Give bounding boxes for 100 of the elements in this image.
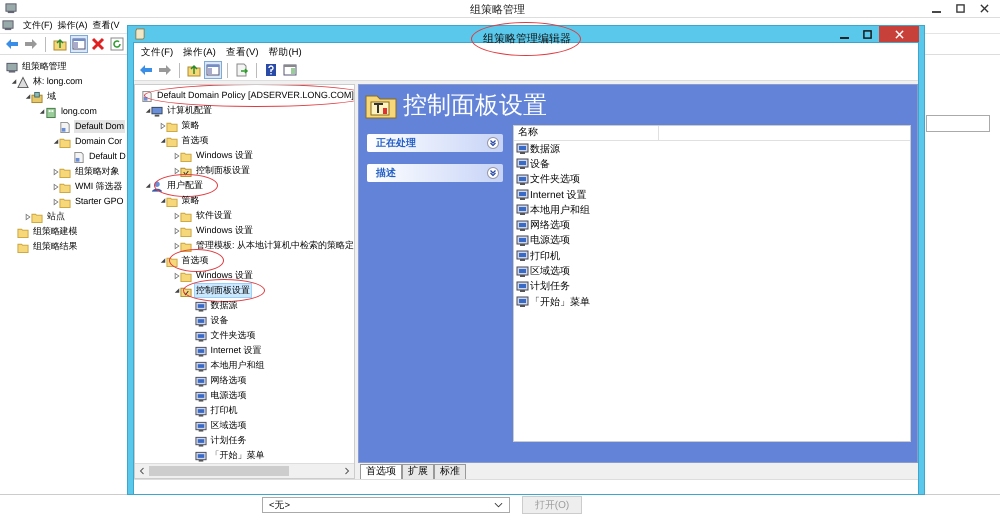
dropdown-field[interactable]: <无> <box>262 497 510 513</box>
tree-item[interactable]: 组策略结果 <box>32 240 79 253</box>
expand-arrow-icon[interactable] <box>174 212 180 220</box>
collapse-arrow-icon[interactable] <box>145 182 151 190</box>
list-item[interactable]: 电源选项 <box>530 233 570 248</box>
help-icon[interactable] <box>263 62 279 78</box>
tab[interactable]: 标准 <box>434 464 466 479</box>
expand-arrow-icon[interactable] <box>53 168 59 176</box>
expand-arrow-icon[interactable] <box>160 122 166 130</box>
menu-item[interactable]: 帮助(H) <box>268 46 302 59</box>
tree-item[interactable]: 打印机 <box>210 404 238 417</box>
tree-item[interactable]: Starter GPO <box>74 195 124 208</box>
tree-item[interactable]: Domain Cor <box>74 135 124 148</box>
tree-item[interactable]: 域 <box>46 90 57 103</box>
tree-item[interactable]: 管理模板: 从本地计算机中检索的策略定 <box>195 239 354 252</box>
collapse-arrow-icon[interactable] <box>145 106 151 114</box>
collapse-arrow-icon[interactable] <box>160 256 166 264</box>
list-item[interactable]: 打印机 <box>530 248 560 263</box>
menu-item[interactable]: 文件(F) <box>23 19 52 32</box>
expand-arrow-icon[interactable] <box>174 226 180 234</box>
list-item[interactable]: 「开始」菜单 <box>530 294 590 309</box>
list-item[interactable]: 网络选项 <box>530 218 570 232</box>
expand-chevron-icon[interactable] <box>487 137 499 149</box>
list-item[interactable]: 本地用户和组 <box>530 202 590 217</box>
tree-item[interactable]: 文件夹选项 <box>210 329 256 342</box>
menu-item[interactable]: 文件(F) <box>141 46 174 59</box>
expand-arrow-icon[interactable] <box>174 166 180 174</box>
tree-item[interactable]: 林: long.com <box>32 75 84 88</box>
scroll-right-icon[interactable] <box>343 467 351 475</box>
tree-item[interactable]: Default Domain Policy [ADSERVER.LONG.COM] <box>156 89 354 102</box>
tree-item[interactable]: 策略 <box>180 119 200 132</box>
menu-item[interactable]: 操作(A) <box>58 19 88 32</box>
tree-item[interactable]: Windows 设置 <box>195 269 254 282</box>
dropdown-field[interactable] <box>926 115 990 132</box>
tree-item[interactable]: Windows 设置 <box>195 224 254 237</box>
forward-arrow-icon[interactable] <box>157 62 173 78</box>
folder-up-icon[interactable] <box>52 36 68 52</box>
show-pane-icon[interactable] <box>71 36 87 52</box>
list-item[interactable]: 设备 <box>530 156 550 171</box>
expand-arrow-icon[interactable] <box>174 242 180 250</box>
collapse-arrow-icon[interactable] <box>160 136 166 144</box>
menu-item[interactable]: 查看(V) <box>226 46 258 59</box>
horizontal-scrollbar[interactable] <box>135 463 354 478</box>
tree-item[interactable]: Default Dom <box>74 120 125 133</box>
expand-arrow-icon[interactable] <box>53 198 59 206</box>
tree-item[interactable]: 设备 <box>210 314 230 327</box>
menu-item[interactable]: 操作(A) <box>183 46 216 59</box>
tree-item[interactable]: 组策略对象 <box>74 165 121 178</box>
export-icon[interactable] <box>234 62 250 78</box>
collapse-arrow-icon[interactable] <box>53 138 59 146</box>
task-panel-header[interactable]: 描述 <box>367 164 503 182</box>
tree-item[interactable]: 「开始」菜单 <box>210 449 266 462</box>
list-item[interactable]: 计划任务 <box>530 279 570 294</box>
expand-arrow-icon[interactable] <box>53 182 59 190</box>
forward-arrow-icon[interactable] <box>23 36 39 52</box>
delete-icon[interactable] <box>90 36 106 52</box>
tree-item[interactable]: 首选项 <box>180 134 210 147</box>
list-item[interactable]: 数据源 <box>530 142 560 156</box>
tree-item[interactable]: 本地用户和组 <box>210 359 266 372</box>
tree-item[interactable]: 策略 <box>180 194 200 207</box>
tree-item[interactable]: long.com <box>60 105 98 118</box>
refresh-icon[interactable] <box>109 36 125 52</box>
collapse-arrow-icon[interactable] <box>174 286 180 294</box>
collapse-arrow-icon[interactable] <box>160 196 166 204</box>
tree-item[interactable]: 数据源 <box>210 299 238 312</box>
tree-item[interactable]: 控制面板设置 <box>195 284 251 297</box>
expand-arrow-icon[interactable] <box>174 272 180 280</box>
list-item[interactable]: 区域选项 <box>530 264 570 278</box>
tree-item[interactable]: 软件设置 <box>195 209 233 222</box>
tab[interactable]: 首选项 <box>360 464 402 479</box>
tree-item[interactable]: 网络选项 <box>210 374 248 387</box>
tree-item[interactable]: 计划任务 <box>210 434 248 447</box>
collapse-arrow-icon[interactable] <box>39 108 45 116</box>
tree-item[interactable]: 站点 <box>46 210 66 223</box>
show-pane-icon[interactable] <box>205 62 221 78</box>
folder-up-icon[interactable] <box>186 62 202 78</box>
tree-item[interactable]: Default D <box>88 150 127 163</box>
tree-item[interactable]: WMI 筛选器 <box>74 180 124 193</box>
collapse-arrow-icon[interactable] <box>11 78 17 86</box>
tree-item[interactable]: 组策略建模 <box>32 225 79 238</box>
list-item[interactable]: Internet 设置 <box>530 188 587 202</box>
scroll-left-icon[interactable] <box>138 467 146 475</box>
tab[interactable]: 扩展 <box>402 464 434 479</box>
tree-item[interactable]: 组策略管理 <box>21 60 68 73</box>
expand-arrow-icon[interactable] <box>25 212 31 220</box>
tree-item[interactable]: 用户配置 <box>166 179 204 192</box>
tree-item[interactable]: Windows 设置 <box>195 149 254 162</box>
tree-item[interactable]: 首选项 <box>180 254 210 267</box>
expand-arrow-icon[interactable] <box>174 152 180 160</box>
column-header[interactable]: 名称 <box>514 126 659 140</box>
menu-item[interactable]: 查看(V <box>92 19 120 32</box>
task-panel-header[interactable]: 正在处理 <box>367 134 503 152</box>
collapse-arrow-icon[interactable] <box>25 92 31 100</box>
tree-item[interactable]: 电源选项 <box>210 389 248 402</box>
tree-item[interactable]: 控制面板设置 <box>195 164 251 177</box>
tree-item[interactable]: 计算机配置 <box>166 104 213 117</box>
expand-chevron-icon[interactable] <box>487 167 499 179</box>
list-item[interactable]: 文件夹选项 <box>530 172 580 186</box>
show-pane-icon[interactable] <box>282 62 298 78</box>
tree-item[interactable]: Internet 设置 <box>210 344 263 357</box>
